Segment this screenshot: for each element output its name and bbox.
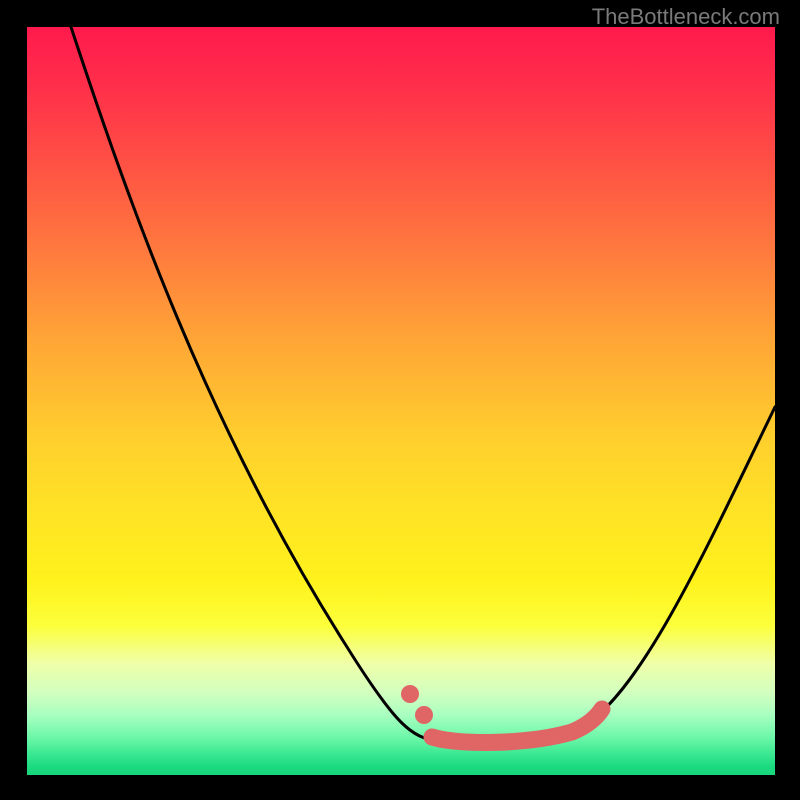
curve-path bbox=[71, 27, 775, 743]
plot-area bbox=[27, 27, 775, 775]
marker-segment bbox=[432, 709, 602, 742]
chart-container: TheBottleneck.com bbox=[0, 0, 800, 800]
marker-dot bbox=[415, 706, 433, 724]
marker-dot bbox=[401, 685, 419, 703]
watermark-text: TheBottleneck.com bbox=[592, 4, 780, 30]
bottleneck-curve bbox=[27, 27, 775, 775]
